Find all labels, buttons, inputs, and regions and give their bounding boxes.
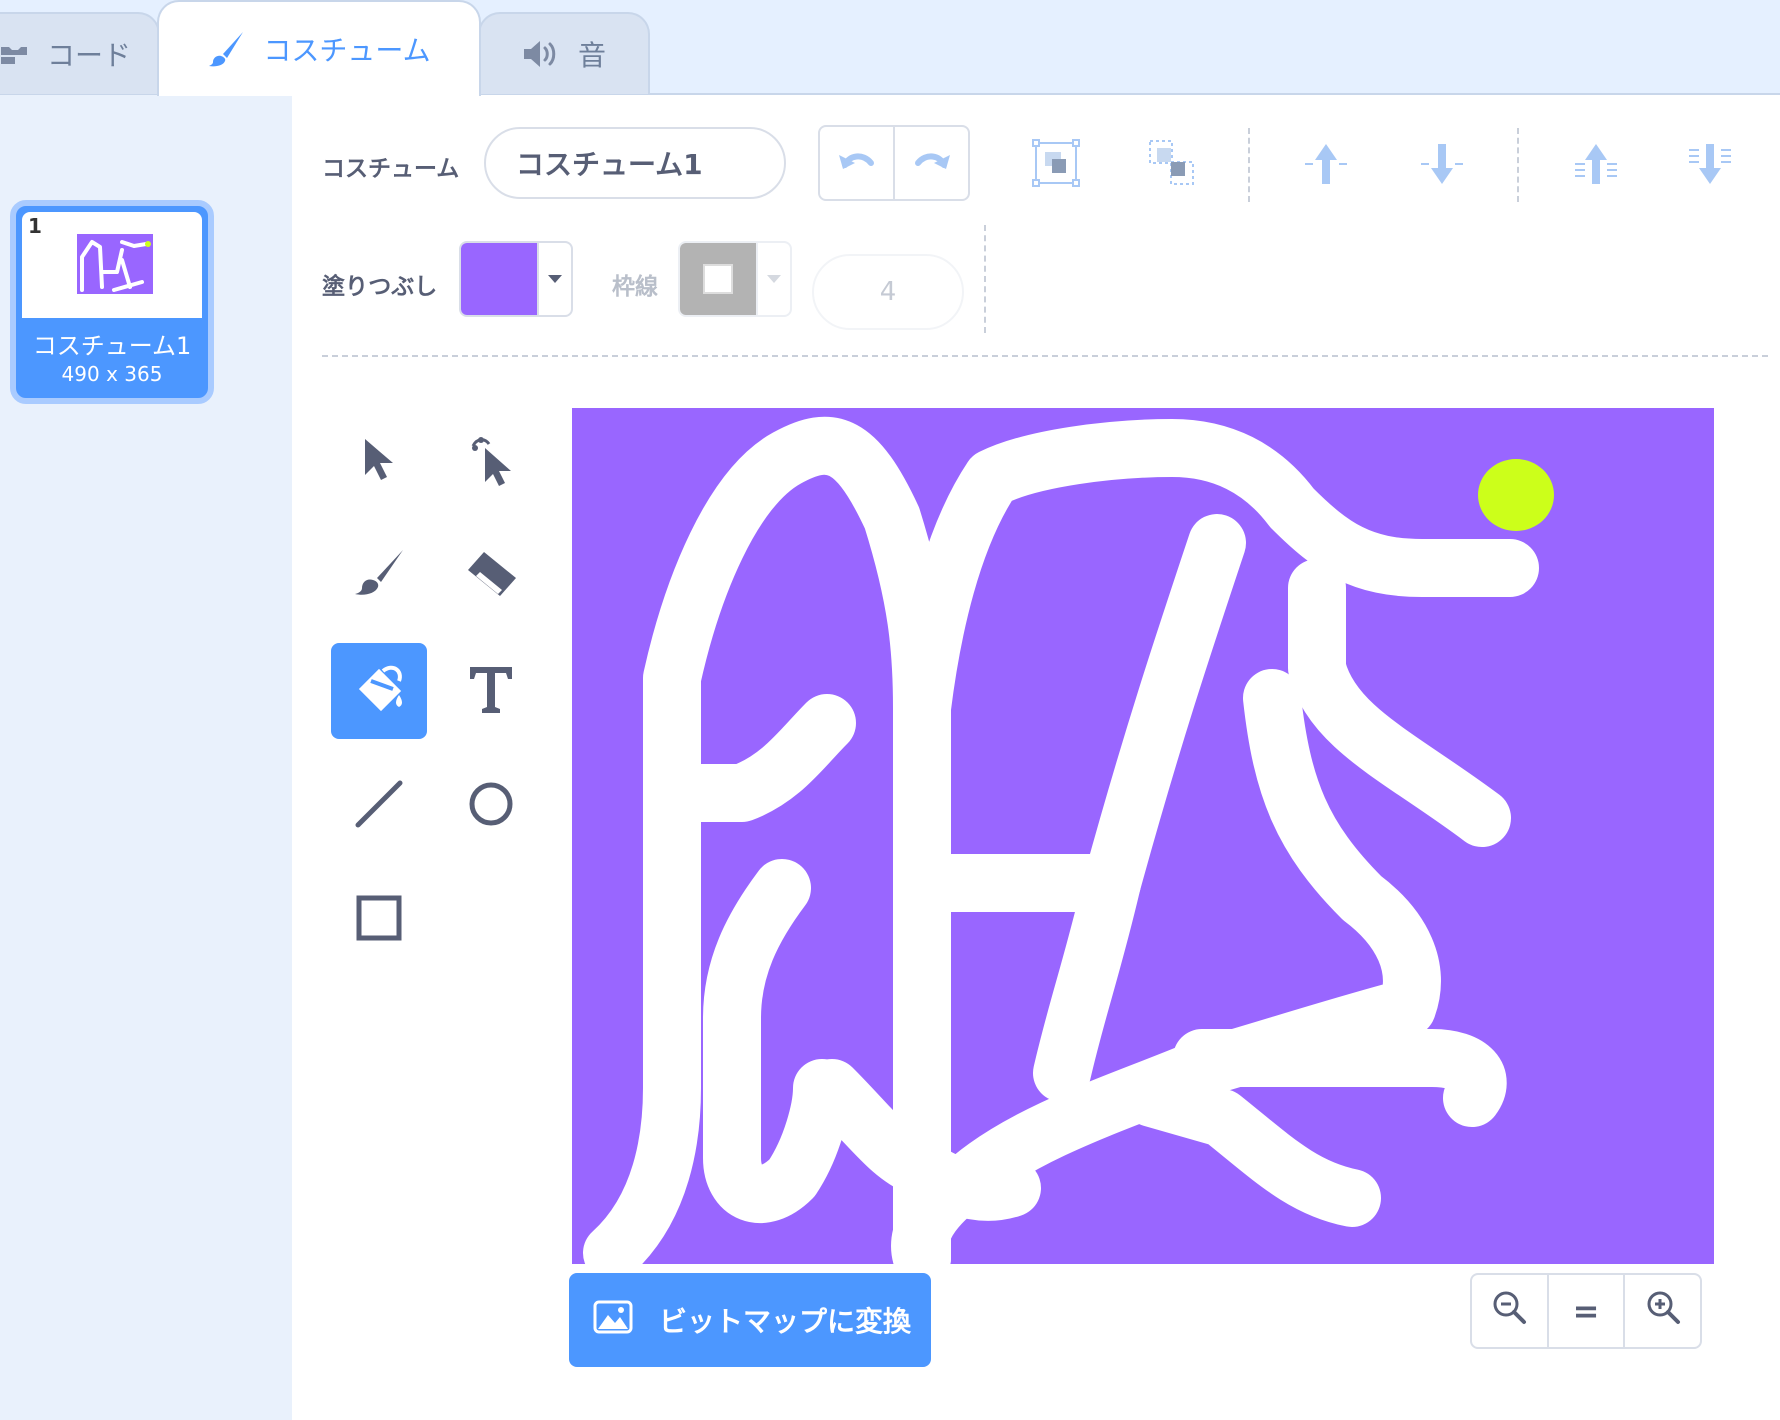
costume-number: 1 (28, 214, 42, 238)
tab-code[interactable]: コード (0, 12, 160, 94)
fill-color-swatch (461, 243, 537, 315)
tab-code-label: コード (46, 39, 131, 72)
zoom-in-icon (1645, 1289, 1681, 1333)
lime-dot (1478, 459, 1554, 531)
stroke-diagonal (1033, 514, 1246, 1102)
code-blocks-icon (0, 41, 29, 67)
convert-button-label: ビットマップに変換 (659, 1305, 912, 1338)
arrow-cursor-icon (357, 435, 401, 487)
costume-card[interactable]: 1 コスチューム1 490 x 365 (10, 200, 214, 404)
redo-icon (912, 147, 952, 179)
costume-thumbnail (22, 212, 202, 318)
tab-sounds[interactable]: 音 (478, 12, 650, 94)
tab-sounds-label: 音 (577, 39, 606, 72)
stroke-lower-left (703, 859, 851, 1223)
stroke-foot (1173, 1029, 1507, 1127)
rectangle-icon (354, 893, 404, 947)
line-tool[interactable] (331, 758, 427, 854)
backward-button[interactable] (1414, 140, 1470, 192)
forward-button[interactable] (1298, 140, 1354, 192)
paintbrush-icon (207, 30, 245, 68)
zoom-out-icon (1491, 1289, 1527, 1333)
eraser-tool[interactable] (443, 528, 539, 624)
outline-color-picker[interactable] (678, 241, 792, 317)
reshape-cursor-icon (463, 430, 519, 492)
group-button[interactable] (1026, 138, 1086, 192)
outline-label: 枠線 (612, 274, 658, 300)
costume-card-name: コスチューム1 (32, 332, 192, 360)
ungroup-icon (1147, 138, 1197, 192)
zoom-controls: = (1470, 1273, 1702, 1349)
toolbar-divider (1248, 128, 1250, 202)
fill-label: 塗りつぶし (322, 274, 438, 300)
eraser-icon (462, 548, 520, 604)
fill-color-picker[interactable] (459, 241, 573, 317)
zoom-in-button[interactable] (1623, 1275, 1700, 1347)
undo-redo-group (818, 125, 970, 201)
tab-costumes-label: コスチューム (263, 34, 431, 67)
bring-to-front-icon (1571, 142, 1621, 190)
zoom-reset-button[interactable]: = (1546, 1275, 1624, 1347)
stroke-right-branch (1288, 559, 1511, 847)
text-icon (466, 663, 516, 719)
circle-tool[interactable] (443, 758, 539, 854)
stroke-lower-right (1123, 1069, 1381, 1227)
speaker-icon (522, 39, 560, 69)
costume-name-label: コスチューム (322, 156, 460, 182)
brush-tool[interactable] (331, 528, 427, 624)
undo-button[interactable] (820, 127, 893, 199)
costume-list-sidebar: 1 コスチューム1 490 x 365 (0, 95, 294, 1420)
arrow-down-icon (1417, 142, 1467, 190)
paint-bucket-icon (349, 659, 409, 723)
send-to-back-icon (1685, 142, 1735, 190)
toolbar-divider-3 (984, 225, 986, 333)
group-icon (1031, 138, 1081, 192)
front-button[interactable] (1568, 140, 1624, 192)
arrow-up-icon (1301, 142, 1351, 190)
ungroup-button[interactable] (1142, 138, 1202, 192)
zoom-reset-label: = (1572, 1292, 1600, 1330)
circle-icon (466, 779, 516, 833)
back-button[interactable] (1682, 140, 1738, 192)
select-tool[interactable] (331, 413, 427, 509)
redo-button[interactable] (893, 127, 968, 199)
outline-chevron-down-icon (756, 243, 790, 315)
costume-card-size: 490 x 365 (61, 362, 163, 386)
reshape-tool[interactable] (443, 413, 539, 509)
drawing-canvas[interactable] (572, 408, 1714, 1264)
image-icon (593, 1299, 633, 1342)
outline-width-input[interactable]: 4 (812, 254, 964, 330)
toolbar-separator (322, 355, 1768, 357)
fill-tool[interactable] (331, 643, 427, 739)
undo-icon (837, 147, 877, 179)
toolbar-divider-2 (1517, 128, 1519, 202)
rectangle-tool[interactable] (331, 872, 427, 968)
convert-to-bitmap-button[interactable]: ビットマップに変換 (569, 1273, 931, 1367)
outline-color-swatch (680, 243, 756, 315)
text-tool[interactable] (443, 643, 539, 739)
brush-icon (351, 546, 407, 606)
tab-costumes[interactable]: コスチューム (157, 0, 481, 96)
line-icon (352, 777, 406, 835)
costume-name-input[interactable] (484, 127, 786, 199)
zoom-out-button[interactable] (1472, 1275, 1547, 1347)
chevron-down-icon (537, 243, 571, 315)
